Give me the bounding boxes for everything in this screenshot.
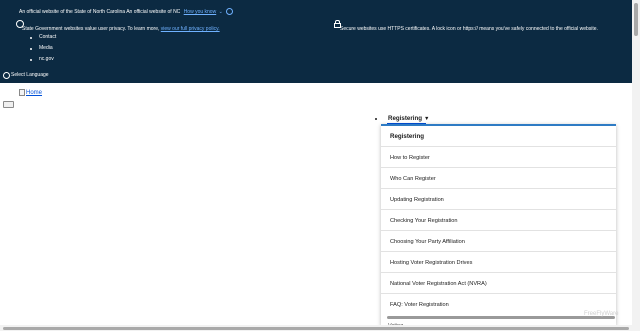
dropdown-item-label: National Voter Registration Act (NVRA) [390,280,487,287]
dropdown-item-label: FAQ: Voter Registration [390,301,449,308]
home-link-text: Home [26,90,43,97]
dropdown-item-faq[interactable]: FAQ: Voter Registration [381,294,616,315]
list-bullet [375,118,378,121]
dropdown-item-who-can-register[interactable]: Who Can Register [381,168,616,189]
how-you-know-link[interactable]: How you know [184,9,217,15]
dropdown-item-party-affiliation[interactable]: Choosing Your Party Affiliation [381,231,616,252]
chevron-down-icon: ▼ [424,116,430,122]
https-notice: Secure websites use HTTPS certificates. … [340,26,598,32]
broken-image-icon [19,89,25,96]
globe-icon[interactable] [3,72,10,79]
dropdown-item-label: Checking Your Registration [390,217,458,224]
privacy-notice: State Government websites value user pri… [22,26,220,32]
dropdown-item-label: Hosting Voter Registration Drives [390,259,473,266]
info-icon[interactable] [226,8,234,15]
privacy-text: State Government websites value user pri… [22,26,160,32]
lock-icon [334,20,341,28]
dropdown-item-checking-registration[interactable]: Checking Your Registration [381,210,616,231]
list-bullet [30,37,32,39]
menu-toggle-button[interactable] [3,101,14,108]
list-bullet [30,59,32,61]
dropdown-item-label: How to Register [390,154,430,161]
select-language-button[interactable]: Select Language [11,72,49,78]
dropdown-item-how-to-register[interactable]: How to Register [381,147,616,168]
dropdown-item-label: Updating Registration [390,196,444,203]
vertical-scrollbar-track [632,0,640,325]
horizontal-scrollbar[interactable] [3,327,629,330]
nc-gov-link[interactable]: nc.gov [39,56,54,62]
dropdown-item-label: Who Can Register [390,175,436,182]
dropdown-item-nvra[interactable]: National Voter Registration Act (NVRA) [381,273,616,294]
registering-dropdown-menu: Registering How to Register Who Can Regi… [381,124,616,326]
official-site-text: An official website of the State of Nort… [19,8,181,15]
dropdown-heading-label: Registering [390,133,425,140]
chevron-down-icon[interactable]: ⌄ [219,9,223,15]
dropdown-item-label: Choosing Your Party Affiliation [390,238,465,245]
contact-link[interactable]: Contact [39,34,56,40]
nav-item-registering[interactable]: Registering ▼ [388,115,430,122]
dropdown-horizontal-scrollbar[interactable] [387,316,615,319]
list-bullet [30,48,32,50]
vertical-scrollbar[interactable] [634,3,638,36]
nav-item-label: Registering [388,115,423,122]
home-logo-link[interactable]: Home [19,89,42,96]
dropdown-heading[interactable]: Registering [381,126,616,147]
watermark: FreeFlyWare [584,311,619,317]
official-site-notice: An official website of the State of Nort… [19,8,234,15]
media-link[interactable]: Media [39,45,53,51]
dropdown-item-updating-registration[interactable]: Updating Registration [381,189,616,210]
privacy-policy-link[interactable]: view our full privacy policy. [161,26,220,32]
dropdown-item-registration-drives[interactable]: Hosting Voter Registration Drives [381,252,616,273]
government-banner: An official website of the State of Nort… [0,0,632,83]
